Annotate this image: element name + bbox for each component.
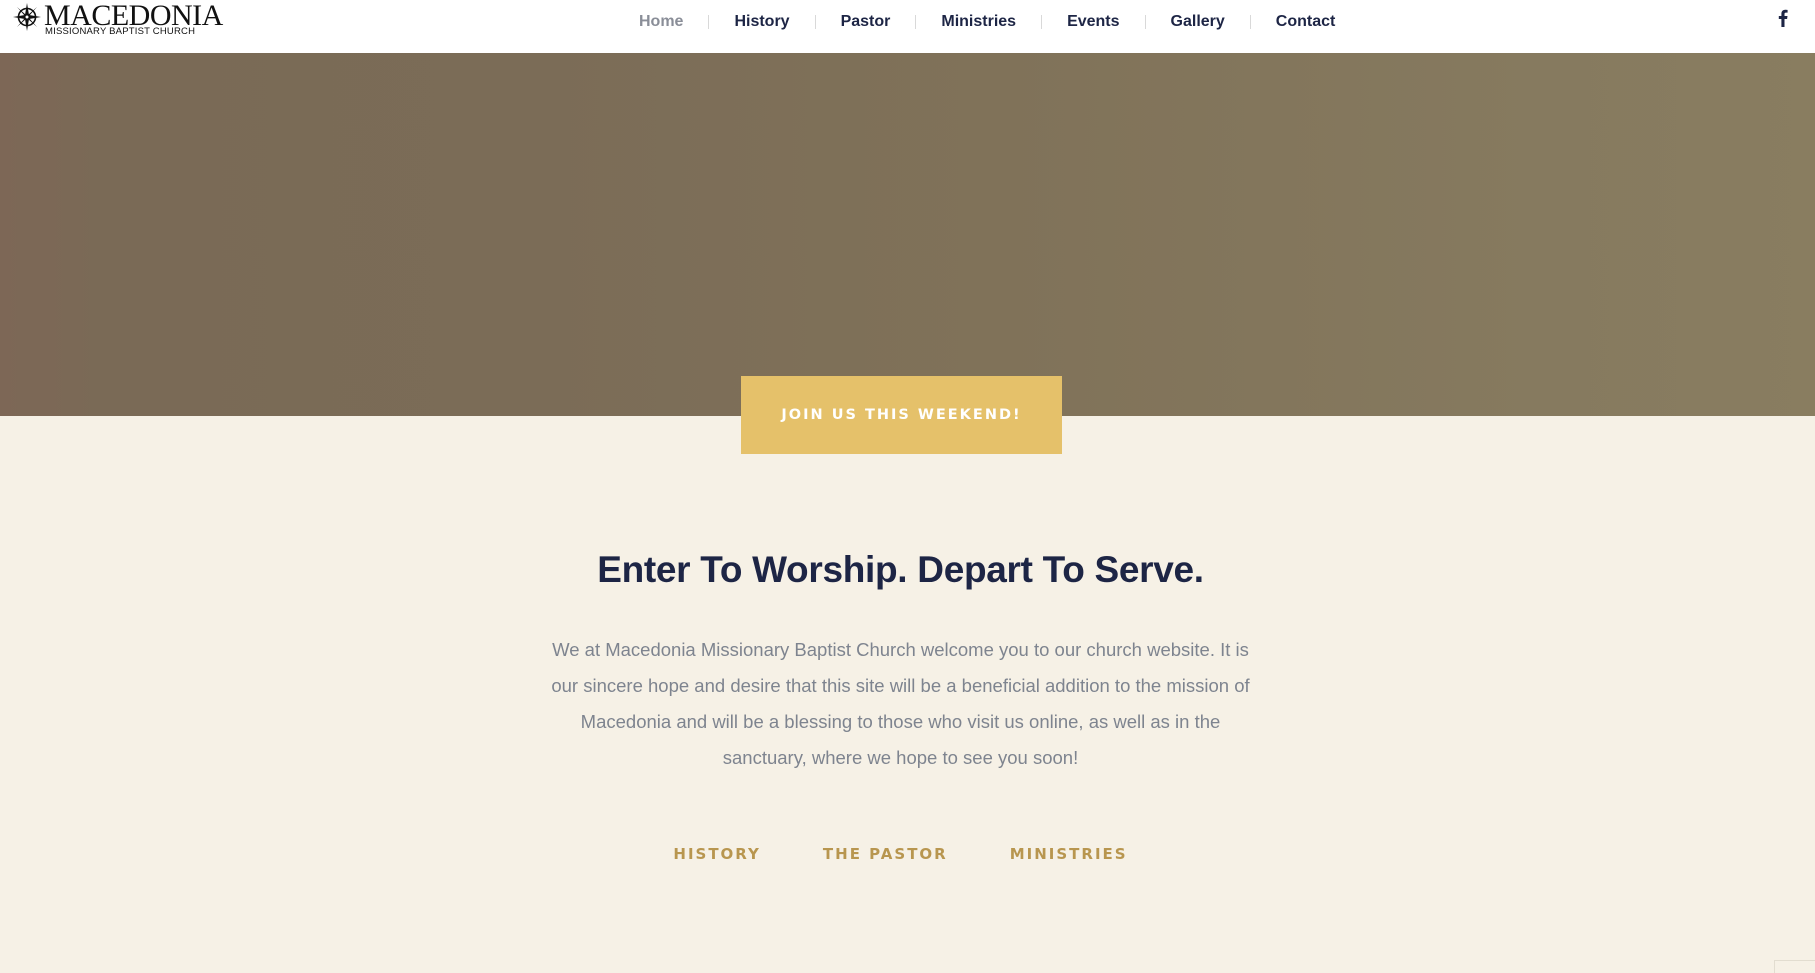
nav-item-pastor[interactable]: Pastor	[816, 13, 916, 31]
compass-rose-icon	[13, 3, 41, 31]
corner-widget[interactable]	[1774, 960, 1815, 973]
nav-item-history[interactable]: History	[709, 13, 814, 31]
history-link[interactable]: HISTORY	[673, 845, 761, 863]
hero-banner	[0, 53, 1815, 416]
logo-name: MACEDONIA	[44, 0, 223, 32]
nav-item-home[interactable]: Home	[614, 13, 708, 31]
section-links: HISTORY THE PASTOR MINISTRIES	[0, 845, 1801, 863]
nav-item-events[interactable]: Events	[1042, 13, 1144, 31]
the-pastor-link[interactable]: THE PASTOR	[823, 845, 948, 863]
logo-subtitle: MISSIONARY BAPTIST CHURCH	[45, 26, 196, 37]
site-logo[interactable]: MACEDONIA MISSIONARY BAPTIST CHURCH	[12, 0, 223, 37]
nav-item-contact[interactable]: Contact	[1251, 13, 1361, 31]
join-us-button[interactable]: JOIN US THIS WEEKEND!	[741, 376, 1062, 454]
site-header: MACEDONIA MISSIONARY BAPTIST CHURCH Home…	[0, 0, 1815, 53]
main-nav: Home History Pastor Ministries Events Ga…	[614, 0, 1360, 44]
ministries-link[interactable]: MINISTRIES	[1010, 845, 1128, 863]
facebook-icon[interactable]	[1777, 9, 1789, 27]
logo-text: MACEDONIA MISSIONARY BAPTIST CHURCH	[44, 0, 223, 37]
nav-item-gallery[interactable]: Gallery	[1146, 13, 1250, 31]
welcome-text: We at Macedonia Missionary Baptist Churc…	[551, 639, 1250, 768]
nav-item-ministries[interactable]: Ministries	[916, 13, 1041, 31]
page-title: Enter To Worship. Depart To Serve.	[597, 549, 1204, 590]
